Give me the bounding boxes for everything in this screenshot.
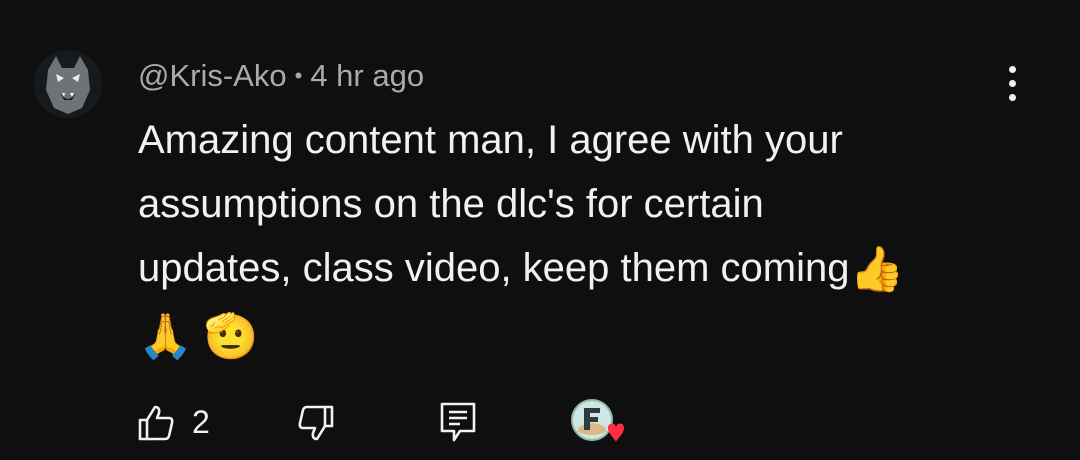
- like-button[interactable]: [136, 403, 176, 443]
- author-avatar[interactable]: [34, 50, 102, 118]
- comment-line-with-emoji: updates, class video, keep them coming👍: [138, 236, 1038, 302]
- thumb-up-icon: [138, 405, 174, 441]
- creator-heart-badge[interactable]: [570, 398, 630, 448]
- meta-separator: •: [294, 63, 303, 88]
- comment-header: @Kris-Ako • 4 hr ago: [138, 56, 424, 96]
- reply-button[interactable]: [438, 401, 478, 443]
- comment-line: assumptions on the dlc's for certain: [138, 182, 764, 226]
- author-handle[interactable]: @Kris-Ako: [138, 58, 287, 94]
- wolf-avatar-icon: [34, 50, 102, 118]
- like-count: 2: [192, 404, 210, 440]
- comment-line: updates, class video, keep them coming: [138, 246, 850, 290]
- comment-emoji-line: 🙏 🫡: [138, 302, 1038, 368]
- folded-hands-emoji: 🙏: [138, 311, 193, 361]
- dislike-button[interactable]: [296, 403, 336, 443]
- creator-avatar-heart-icon: [571, 399, 624, 442]
- thumb-down-icon: [298, 405, 334, 441]
- comment-body: Amazing content man, I agree with your a…: [138, 108, 1038, 369]
- thumbs-up-emoji: 👍: [849, 245, 905, 295]
- comment-reply-icon: [440, 402, 476, 442]
- saluting-face-emoji: 🫡: [203, 311, 259, 361]
- comment-timestamp: 4 hr ago: [310, 58, 425, 93]
- more-options-icon[interactable]: [992, 58, 1032, 108]
- comment-line: Amazing content man, I agree with your: [138, 118, 843, 162]
